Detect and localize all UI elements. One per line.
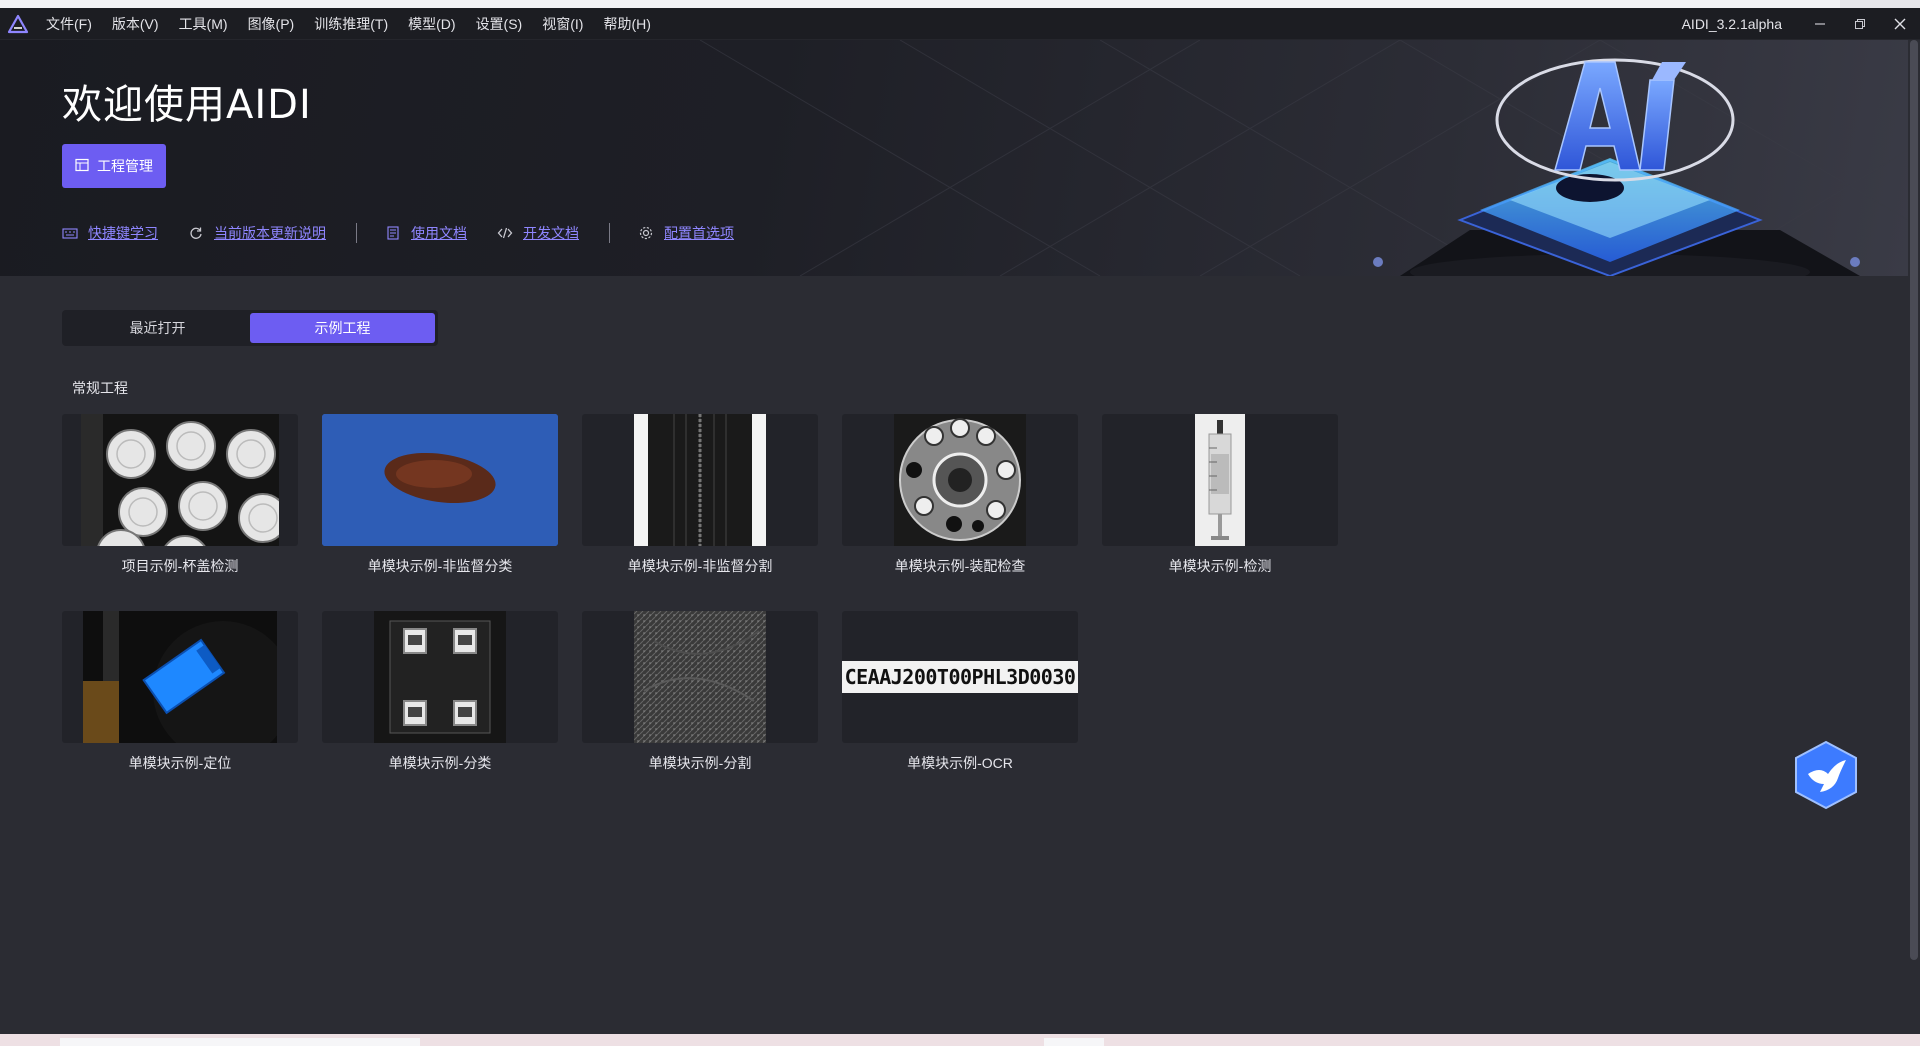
project-card[interactable]: 单模块示例-装配检查 xyxy=(842,414,1078,576)
vertical-scrollbar[interactable] xyxy=(1908,40,1920,1034)
menu-version[interactable]: 版本(V) xyxy=(102,8,169,40)
menu-train-infer[interactable]: 训练推理(T) xyxy=(304,8,398,40)
project-label: 单模块示例-检测 xyxy=(1168,558,1272,574)
tab-examples[interactable]: 示例工程 xyxy=(250,313,435,343)
project-card[interactable]: 单模块示例-检测 xyxy=(1102,414,1338,576)
project-thumbnail[interactable] xyxy=(1102,414,1338,546)
app-window: 文件(F) 版本(V) 工具(M) 图像(P) 训练推理(T) 模型(D) 设置… xyxy=(0,0,1920,1046)
link-label: 快捷键学习 xyxy=(88,225,158,241)
project-label: 单模块示例-非监督分类 xyxy=(367,558,513,574)
project-thumbnail[interactable]: CEAAJ200T00PHL3D0030 xyxy=(842,611,1078,743)
minimize-icon[interactable] xyxy=(1800,8,1840,40)
close-icon[interactable] xyxy=(1880,8,1920,40)
project-card[interactable]: 单模块示例-分割 xyxy=(582,611,818,773)
restore-icon[interactable] xyxy=(1840,8,1880,40)
project-thumbnail[interactable] xyxy=(842,414,1078,546)
quick-links: 快捷键学习 当前版本更新说明 使用文档 开发文档 配置首选项 xyxy=(62,222,734,244)
app-logo-icon[interactable] xyxy=(0,8,36,40)
menubar: 文件(F) 版本(V) 工具(M) 图像(P) 训练推理(T) 模型(D) 设置… xyxy=(0,8,1920,40)
project-card[interactable]: 单模块示例-非监督分类 xyxy=(322,414,558,576)
code-icon xyxy=(497,225,513,241)
link-dev-docs[interactable]: 开发文档 xyxy=(497,223,579,243)
taskbar-segment xyxy=(60,1038,420,1046)
project-label: 单模块示例-分类 xyxy=(388,755,492,771)
link-shortcut-learning[interactable]: 快捷键学习 xyxy=(62,223,158,243)
keyboard-icon xyxy=(62,225,78,241)
project-label: 单模块示例-OCR xyxy=(907,755,1013,771)
project-icon xyxy=(75,158,89,175)
project-label: 单模块示例-分割 xyxy=(648,755,752,771)
gear-icon xyxy=(638,225,654,241)
menu-settings[interactable]: 设置(S) xyxy=(466,8,533,40)
project-label: 单模块示例-非监督分割 xyxy=(627,558,773,574)
project-thumbnail[interactable] xyxy=(322,611,558,743)
section-title: 常规工程 xyxy=(72,380,128,396)
menu-tools[interactable]: 工具(M) xyxy=(169,8,238,40)
link-label: 开发文档 xyxy=(523,225,579,241)
menu-image[interactable]: 图像(P) xyxy=(238,8,305,40)
project-thumbnail[interactable] xyxy=(582,414,818,546)
project-thumbnail[interactable] xyxy=(322,414,558,546)
project-card[interactable]: 单模块示例-定位 xyxy=(62,611,298,773)
project-card[interactable]: 单模块示例-分类 xyxy=(322,611,558,773)
menu-file[interactable]: 文件(F) xyxy=(36,8,102,40)
project-label: 单模块示例-定位 xyxy=(128,755,232,771)
project-card[interactable]: 项目示例-杯盖检测 xyxy=(62,414,298,576)
project-card[interactable]: CEAAJ200T00PHL3D0030 单模块示例-OCR xyxy=(842,611,1078,773)
project-tabs: 最近打开 示例工程 xyxy=(62,310,438,346)
dove-icon xyxy=(1795,740,1857,810)
project-management-label: 工程管理 xyxy=(97,158,153,174)
welcome-title: 欢迎使用AIDI xyxy=(62,82,312,128)
menu-help[interactable]: 帮助(H) xyxy=(593,8,660,40)
link-preferences[interactable]: 配置首选项 xyxy=(638,223,734,243)
taskbar-strip xyxy=(0,1034,1920,1046)
menu-model[interactable]: 模型(D) xyxy=(398,8,465,40)
ai-logo-illustration xyxy=(1373,58,1860,276)
link-user-docs[interactable]: 使用文档 xyxy=(385,223,467,243)
link-release-notes[interactable]: 当前版本更新说明 xyxy=(188,223,326,243)
tab-recent[interactable]: 最近打开 xyxy=(65,313,250,343)
project-management-button[interactable]: 工程管理 xyxy=(62,144,166,188)
project-thumbnail[interactable] xyxy=(62,611,298,743)
ocr-text-strip: CEAAJ200T00PHL3D0030 xyxy=(842,661,1078,693)
hero-banner: 欢迎使用AIDI 工程管理 快捷键学习 当前版本更新说明 使用文档 开发文档 配… xyxy=(0,40,1908,276)
app-version: AIDI_3.2.1alpha xyxy=(1681,15,1782,32)
project-card[interactable]: 单模块示例-非监督分割 xyxy=(582,414,818,576)
taskbar-segment xyxy=(1044,1038,1104,1046)
project-label: 项目示例-杯盖检测 xyxy=(121,558,239,574)
project-thumbnail[interactable] xyxy=(62,414,298,546)
assistant-float-button[interactable] xyxy=(1794,740,1858,810)
project-label: 单模块示例-装配检查 xyxy=(894,558,1026,574)
link-divider xyxy=(609,223,610,243)
link-label: 当前版本更新说明 xyxy=(214,225,326,241)
link-divider xyxy=(356,223,357,243)
menu-window[interactable]: 视窗(I) xyxy=(532,8,593,40)
scrollbar-thumb[interactable] xyxy=(1910,40,1918,960)
project-thumbnail[interactable] xyxy=(582,611,818,743)
document-icon xyxy=(385,225,401,241)
refresh-icon xyxy=(188,225,204,241)
link-label: 使用文档 xyxy=(411,225,467,241)
link-label: 配置首选项 xyxy=(664,225,734,241)
ocr-text: CEAAJ200T00PHL3D0030 xyxy=(844,665,1076,689)
